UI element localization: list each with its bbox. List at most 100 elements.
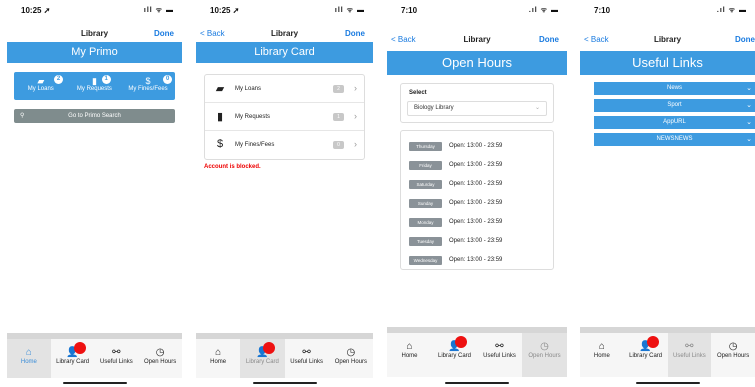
page-title: Useful Links <box>580 51 755 75</box>
loans-count-badge: 2 <box>54 75 63 84</box>
signal-icon: .ıl ᯤ ▬ <box>528 7 559 14</box>
nav-bar: < Back Library Done <box>196 27 373 43</box>
hours-text: Open: 13:00 - 23:59 <box>449 257 503 263</box>
list-item-my-requests[interactable]: ▮ My Requests 1 › <box>205 103 364 131</box>
nav-title: Library <box>653 35 682 44</box>
list-item: Monday Open: 13:00 - 23:59 <box>409 216 547 230</box>
list-item-label: My Fines/Fees <box>235 142 275 148</box>
chevron-right-icon: › <box>354 111 357 121</box>
count-badge: 0 <box>333 141 344 149</box>
list-item-my-fines[interactable]: $ My Fines/Fees 0 › <box>205 131 364 159</box>
tab-library-card[interactable]: 👤 Library Card <box>432 333 477 377</box>
status-bar: 7:10 .ıl ᯤ ▬ <box>580 5 755 19</box>
tab-open-hours[interactable]: ◷ Open Hours <box>711 333 755 377</box>
tab-useful-links[interactable]: ⚯ Useful Links <box>667 333 712 377</box>
done-button[interactable]: Done <box>154 29 174 38</box>
tab-bar: ⌂ Home 👤 Library Card ⚯ Useful Links ◷ Open … <box>580 327 755 377</box>
link-label: AppURL <box>663 119 686 125</box>
tab-label: Useful Links <box>290 359 323 365</box>
screen-open-hours: 7:10 .ıl ᯤ ▬ < Back Library Done Open Ho… <box>387 0 567 387</box>
screen-my-primo: 10:25 ➚ ıll ᯤ ▬ Library Done My Primo ▰ … <box>7 0 182 387</box>
list-item-my-loans[interactable]: ▰ My Loans 2 › <box>205 75 364 103</box>
tab-home[interactable]: ⌂ Home <box>580 333 624 377</box>
link-news[interactable]: News ⌄ <box>594 82 755 95</box>
done-button[interactable]: Done <box>345 29 365 38</box>
tab-label: Home <box>20 359 37 365</box>
chevron-down-icon: ⌄ <box>746 136 752 143</box>
select-label: Select <box>409 90 427 96</box>
my-fines-button[interactable]: $ 0 My Fines/Fees <box>121 72 175 92</box>
bookmark-icon: ▮ <box>216 111 224 123</box>
list-item: Friday Open: 13:00 - 23:59 <box>409 159 547 173</box>
screen-library-card: 10:25 ➚ ıll ᯤ ▬ < Back Library Done Libr… <box>196 0 373 387</box>
primo-search-label: Go to Primo Search <box>68 113 121 119</box>
home-indicator <box>62 382 127 384</box>
tab-library-card[interactable]: 👤 Library Card <box>240 339 285 378</box>
tab-useful-links[interactable]: ⚯ Useful Links <box>95 339 139 378</box>
account-summary: ▰ 2 My Loans ▮ 1 My Requests $ 0 My Fine… <box>14 72 175 100</box>
tab-label: Library Card <box>245 359 279 365</box>
chevron-down-icon: ⌄ <box>746 119 752 126</box>
page-title: My Primo <box>7 42 182 63</box>
my-requests-button[interactable]: ▮ 1 My Requests <box>68 72 122 92</box>
library-select-panel: Select Biology Library ⌄ <box>400 83 554 123</box>
link-newsnews[interactable]: NEWSNEWS ⌄ <box>594 133 755 146</box>
bookmark-icon: ▮ <box>91 76 97 86</box>
home-icon: ⌂ <box>406 341 413 352</box>
library-select[interactable]: Biology Library ⌄ <box>407 101 547 116</box>
signal-icon: ıll ᯤ ▬ <box>143 7 174 14</box>
list-item: Wednesday Open: 13:00 - 23:59 <box>409 254 547 268</box>
my-loans-button[interactable]: ▰ 2 My Loans <box>14 72 68 92</box>
count-badge: 2 <box>333 85 344 93</box>
link-sport[interactable]: Sport ⌄ <box>594 99 755 112</box>
tab-bar: ⌂ Home 👤 Library Card ⚯ Useful Links ◷ Open … <box>7 333 182 378</box>
done-button[interactable]: Done <box>735 35 755 44</box>
primo-search-button[interactable]: ⚲ Go to Primo Search <box>14 109 175 123</box>
my-requests-label: My Requests <box>76 86 112 92</box>
tab-label: Open Hours <box>143 359 177 365</box>
tab-label: Open Hours <box>334 359 368 365</box>
requests-count-badge: 1 <box>101 75 111 84</box>
tab-library-card[interactable]: 👤 Library Card <box>624 333 668 377</box>
chevron-down-icon: ⌄ <box>534 105 540 111</box>
signal-icon: ıll ᯤ ▬ <box>334 7 365 14</box>
tab-label: Open Hours <box>528 353 561 359</box>
link-label: News <box>666 85 682 91</box>
tab-home[interactable]: ⌂ Home <box>196 339 240 378</box>
tab-label: Useful Links <box>673 353 706 359</box>
status-time: 10:25 ➚ <box>210 6 240 15</box>
link-appurl[interactable]: AppURL ⌄ <box>594 116 755 129</box>
tab-open-hours[interactable]: ◷ Open Hours <box>138 339 182 378</box>
home-icon: ⌂ <box>215 347 222 358</box>
count-badge: 1 <box>333 113 344 121</box>
list-item-label: My Loans <box>235 86 262 92</box>
tab-useful-links[interactable]: ⚯ Useful Links <box>285 339 329 378</box>
tab-open-hours[interactable]: ◷ Open Hours <box>329 339 373 378</box>
tab-open-hours[interactable]: ◷ Open Hours <box>522 333 567 377</box>
dollar-icon: $ <box>216 138 224 150</box>
tab-label: Home <box>401 353 418 359</box>
clock-icon: ◷ <box>346 347 356 358</box>
tab-useful-links[interactable]: ⚯ Useful Links <box>477 333 522 377</box>
select-value: Biology Library <box>414 105 454 111</box>
account-blocked-message: Account is blocked. <box>204 164 261 170</box>
tab-home[interactable]: ⌂ Home <box>387 333 432 377</box>
chevron-down-icon: ⌄ <box>746 85 752 92</box>
list-item: Tuesday Open: 13:00 - 23:59 <box>409 235 547 249</box>
status-bar: 10:25 ➚ ıll ᯤ ▬ <box>7 5 182 19</box>
chevron-down-icon: ⌄ <box>746 102 752 109</box>
my-loans-label: My Loans <box>27 86 54 92</box>
list-item: Thursday Open: 13:00 - 23:59 <box>409 140 547 154</box>
hours-text: Open: 13:00 - 23:59 <box>449 143 503 149</box>
tab-home[interactable]: ⌂ Home <box>7 339 51 378</box>
clock-icon: ◷ <box>155 347 165 358</box>
tab-label: Library Card <box>56 359 90 365</box>
tab-label: Home <box>593 353 610 359</box>
hours-text: Open: 13:00 - 23:59 <box>449 200 503 206</box>
day-badge: Monday <box>409 218 442 227</box>
status-time: 7:10 <box>401 6 418 15</box>
tab-library-card[interactable]: 👤 Library Card <box>51 339 95 378</box>
clock-icon: ◷ <box>540 341 549 352</box>
done-button[interactable]: Done <box>539 35 559 44</box>
nav-bar: < Back Library Done <box>580 33 755 49</box>
